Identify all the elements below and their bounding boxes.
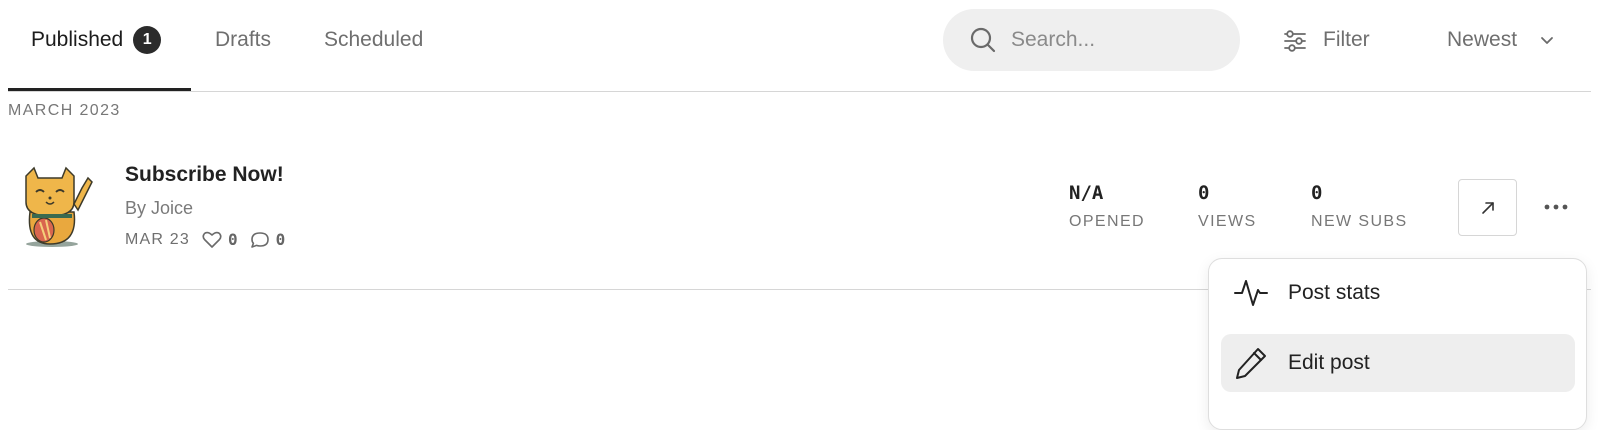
menu-item-post-stats-label: Post stats <box>1288 281 1381 304</box>
external-link-icon <box>1481 201 1494 214</box>
filter-label: Filter <box>1323 28 1370 51</box>
tab-scheduled[interactable]: Scheduled <box>324 0 423 80</box>
pencil-icon <box>1236 348 1266 379</box>
comment-icon <box>250 231 269 248</box>
stat-views-label: VIEWS <box>1198 213 1257 230</box>
filter-button[interactable]: Filter <box>1283 20 1370 60</box>
stat-views-value: 0 <box>1198 182 1210 204</box>
stat-new-subs: 0 NEW SUBS <box>1311 182 1408 231</box>
published-count-badge: 1 <box>133 26 162 54</box>
likes-count: 0 <box>228 230 238 249</box>
tab-published-label: Published <box>31 28 124 51</box>
search-box[interactable] <box>943 9 1240 71</box>
tab-scheduled-label: Scheduled <box>324 28 424 51</box>
stat-opened-value: N/A <box>1069 182 1104 204</box>
post-title[interactable]: Subscribe Now! <box>125 163 284 187</box>
stat-opened-label: OPENED <box>1069 213 1145 230</box>
sliders-icon <box>1284 30 1306 52</box>
post-meta: MAR 23 0 0 <box>125 230 285 249</box>
comments-count: 0 <box>275 230 286 249</box>
ellipsis-icon <box>1544 204 1568 210</box>
activity-icon <box>1234 280 1268 306</box>
lucky-cat-image <box>25 166 93 247</box>
stat-opened: N/A OPENED <box>1069 182 1145 231</box>
month-heading: MARCH 2023 <box>8 102 121 119</box>
more-options-button[interactable] <box>1536 190 1576 224</box>
search-icon <box>970 27 996 53</box>
chevron-down-icon <box>1541 37 1553 44</box>
stat-views: 0 VIEWS <box>1198 182 1257 231</box>
tab-drafts-label: Drafts <box>215 28 272 51</box>
post-options-menu: Post stats Edit post <box>1208 258 1587 430</box>
menu-item-edit-post[interactable]: Edit post <box>1221 334 1575 392</box>
stat-new-subs-label: NEW SUBS <box>1311 213 1408 230</box>
tabs-divider <box>8 91 1591 92</box>
post-date: MAR 23 <box>125 230 190 248</box>
tab-drafts[interactable]: Drafts <box>215 0 271 80</box>
menu-item-post-stats[interactable]: Post stats <box>1221 264 1575 322</box>
post-author: By Joice <box>125 198 194 218</box>
search-input[interactable] <box>1009 27 1223 53</box>
sort-dropdown[interactable]: Newest <box>1447 20 1555 60</box>
stat-new-subs-value: 0 <box>1311 182 1323 204</box>
open-post-button[interactable] <box>1458 179 1517 236</box>
tab-published[interactable]: Published 1 <box>31 0 162 80</box>
menu-item-edit-post-label: Edit post <box>1288 351 1370 374</box>
heart-icon <box>202 231 222 248</box>
sort-label: Newest <box>1447 28 1518 51</box>
